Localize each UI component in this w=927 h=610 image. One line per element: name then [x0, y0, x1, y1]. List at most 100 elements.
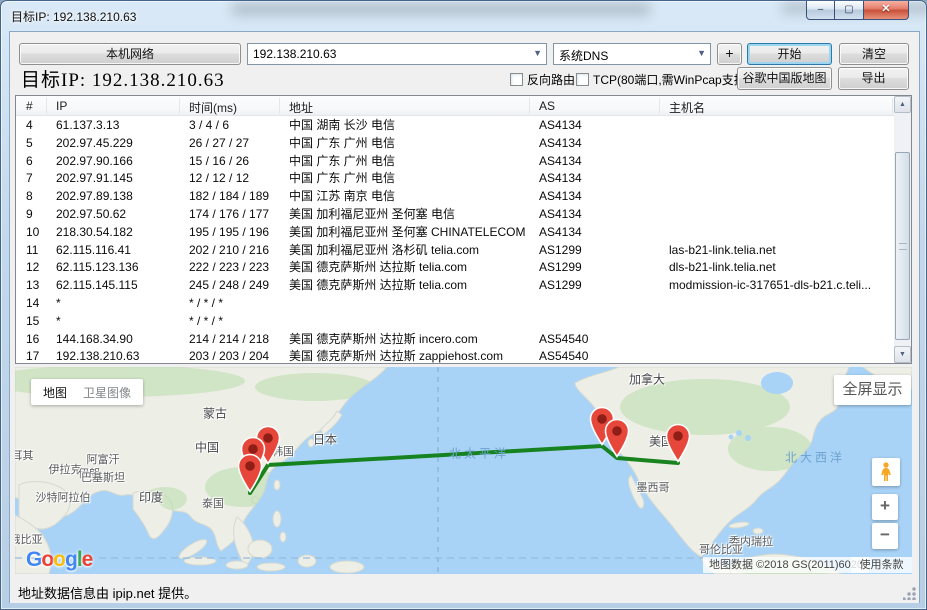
cell-num: 8 [26, 188, 33, 206]
table-row[interactable]: 5202.97.45.22926 / 27 / 27中国 广东 广州 电信AS4… [16, 135, 894, 153]
chevron-down-icon[interactable]: ▼ [697, 48, 706, 58]
table-row[interactable]: 7 202.97.91.145 12 / 12 / 12 中国 广东 广州 电信 AS4… [16, 170, 894, 188]
pegman-streetview-icon[interactable] [872, 458, 900, 486]
titlebar[interactable]: 目标IP: 192.138.210.63 – ▢ ✕ [1, 1, 926, 31]
local-network-button[interactable]: 本机网络 [19, 43, 241, 65]
place-label: 沙特阿拉伯 [36, 489, 91, 505]
map-type-map[interactable]: 地图 [43, 384, 67, 401]
cell-ip: 202.97.90.166 [56, 153, 133, 171]
close-button[interactable]: ✕ [864, 1, 909, 20]
cell-num: 14 [26, 295, 39, 313]
cell-ip: 61.137.3.13 [56, 117, 119, 135]
map-type-control[interactable]: 地图 卫星图像 [31, 379, 143, 405]
zoom-out-button[interactable]: − [872, 523, 898, 549]
zoom-in-button[interactable]: + [872, 494, 898, 520]
place-label: 蒙古 [203, 405, 227, 422]
table-row[interactable]: 17192.138.210.63203 / 203 / 204美国 德克萨斯州 … [16, 348, 894, 364]
export-button[interactable]: 导出 [838, 67, 909, 90]
place-label: 加拿大 [629, 371, 665, 388]
fullscreen-button[interactable]: 全屏显示 [834, 375, 911, 405]
cell-ip: 202.97.50.62 [56, 206, 126, 224]
cell-addr: 美国 德克萨斯州 达拉斯 telia.com [289, 259, 467, 277]
cell-time: 202 / 210 / 216 [189, 242, 269, 260]
resize-grip[interactable] [903, 587, 916, 600]
status-bar: 地址数据信息由 ipip.net 提供。 [10, 575, 919, 603]
scrollbar-thumb[interactable] [895, 152, 910, 340]
dns-value[interactable]: 系统DNS [559, 47, 608, 64]
place-label: 埃塞俄比亚 [15, 531, 43, 547]
cell-time: 174 / 176 / 177 [189, 206, 269, 224]
google-logo[interactable]: Google [26, 548, 92, 572]
table-row[interactable]: 461.137.3.133 / 4 / 6中国 湖南 长沙 电信AS4134 [16, 117, 894, 135]
target-ip-combobox[interactable]: 192.138.210.63 ▼ [247, 43, 547, 65]
checkbox-icon[interactable] [510, 73, 523, 86]
terms-link[interactable]: 使用条款 [851, 557, 912, 573]
col-header-ip[interactable]: IP [56, 99, 67, 113]
map-type-satellite[interactable]: 卫星图像 [83, 384, 131, 401]
add-button[interactable]: + [717, 43, 742, 65]
cell-as: AS4134 [539, 117, 582, 135]
table-row[interactable]: 10218.30.54.182195 / 195 / 196美国 加利福尼亚州 … [16, 224, 894, 242]
table-row[interactable]: 15** / * / * [16, 313, 894, 331]
google-china-map-button[interactable]: 谷歌中国版地图 [737, 67, 832, 90]
minimize-button[interactable]: – [806, 1, 835, 20]
cell-ip: 62.115.123.136 [56, 259, 139, 277]
cell-addr: 美国 加利福尼亚州 洛杉矶 telia.com [289, 242, 479, 260]
app-window: 目标IP: 192.138.210.63 – ▢ ✕ 本机网络 192.138.… [0, 0, 927, 610]
route-map[interactable]: 蒙古中国韩国日本泰国土耳其伊拉克伊朗阿富汗巴基斯坦沙特阿拉伯印度埃塞俄比亚加拿大… [15, 367, 912, 574]
map-marker[interactable] [237, 453, 263, 493]
col-header-addr[interactable]: 地址 [289, 99, 313, 116]
cell-addr: 美国 德克萨斯州 达拉斯 zappiehost.com [289, 348, 503, 364]
cell-as: AS1299 [539, 242, 582, 260]
cell-time: 12 / 12 / 12 [189, 170, 249, 188]
col-header-num[interactable]: # [26, 99, 33, 113]
table-row[interactable]: 1262.115.123.136222 / 223 / 223美国 德克萨斯州 … [16, 259, 894, 277]
table-body: 461.137.3.133 / 4 / 6中国 湖南 长沙 电信AS413452… [16, 117, 894, 364]
map-marker[interactable] [665, 423, 691, 463]
table-row[interactable]: 8202.97.89.138182 / 184 / 189中国 江苏 南京 电信… [16, 188, 894, 206]
table-row[interactable]: 1362.115.145.115245 / 248 / 249美国 德克萨斯州 … [16, 277, 894, 295]
cell-ip: 202.97.89.138 [56, 188, 133, 206]
cell-ip: 62.115.145.115 [56, 277, 138, 295]
cell-addr: 中国 广东 广州 电信 [289, 170, 395, 188]
scroll-down-icon[interactable]: ▼ [894, 346, 911, 363]
cell-ip: 202.97.91.145 [56, 170, 133, 188]
col-header-time[interactable]: 时间(ms) [189, 99, 237, 116]
col-header-as[interactable]: AS [539, 99, 555, 113]
cell-ip: * [56, 313, 61, 331]
table-row[interactable]: 6202.97.90.16615 / 16 / 26中国 广东 广州 电信AS4… [16, 153, 894, 171]
cell-ip: 218.30.54.182 [56, 224, 133, 242]
cell-ip: * [56, 295, 61, 313]
col-header-host[interactable]: 主机名 [669, 99, 705, 116]
reverse-route-checkbox[interactable]: 反向路由 [510, 71, 575, 88]
table-row[interactable]: 14** / * / * [16, 295, 894, 313]
vertical-scrollbar[interactable]: ▲ ▼ [894, 96, 911, 363]
cell-as: AS4134 [539, 170, 582, 188]
tcp-checkbox[interactable]: TCP(80端口,需WinPcap支持) [576, 71, 750, 88]
ocean-label: 北太平洋 [449, 445, 509, 462]
place-label: 泰国 [202, 495, 224, 511]
checkbox-icon[interactable] [576, 73, 589, 86]
chevron-down-icon[interactable]: ▼ [533, 48, 542, 58]
scroll-up-icon[interactable]: ▲ [894, 96, 911, 113]
table-header[interactable]: # IP 时间(ms) 地址 AS 主机名 [16, 96, 894, 116]
titlebar-glass-reflection [231, 3, 651, 15]
cell-time: 15 / 16 / 26 [189, 153, 249, 171]
start-button[interactable]: 开始 [747, 43, 832, 65]
cell-host: modmission-ic-317651-dls-b21.c.teli... [669, 277, 871, 295]
table-row[interactable]: 1162.115.116.41202 / 210 / 216美国 加利福尼亚州 … [16, 242, 894, 260]
clear-button[interactable]: 清空 [839, 43, 909, 65]
cell-num: 5 [26, 135, 33, 153]
map-marker[interactable] [604, 418, 630, 458]
cell-addr: 中国 广东 广州 电信 [289, 135, 395, 153]
cell-num: 7 [26, 170, 33, 188]
cell-host: las-b21-link.telia.net [669, 242, 776, 260]
maximize-button[interactable]: ▢ [835, 1, 864, 20]
table-row[interactable]: 16144.168.34.90214 / 214 / 218美国 德克萨斯州 达… [16, 331, 894, 349]
target-ip-value[interactable]: 192.138.210.63 [253, 47, 336, 61]
target-ip-label: 目标IP: 192.138.210.63 [21, 65, 225, 92]
cell-as: AS4134 [539, 188, 582, 206]
cell-num: 16 [26, 331, 39, 349]
table-row[interactable]: 9202.97.50.62174 / 176 / 177美国 加利福尼亚州 圣何… [16, 206, 894, 224]
dns-combobox[interactable]: 系统DNS ▼ [553, 43, 711, 65]
